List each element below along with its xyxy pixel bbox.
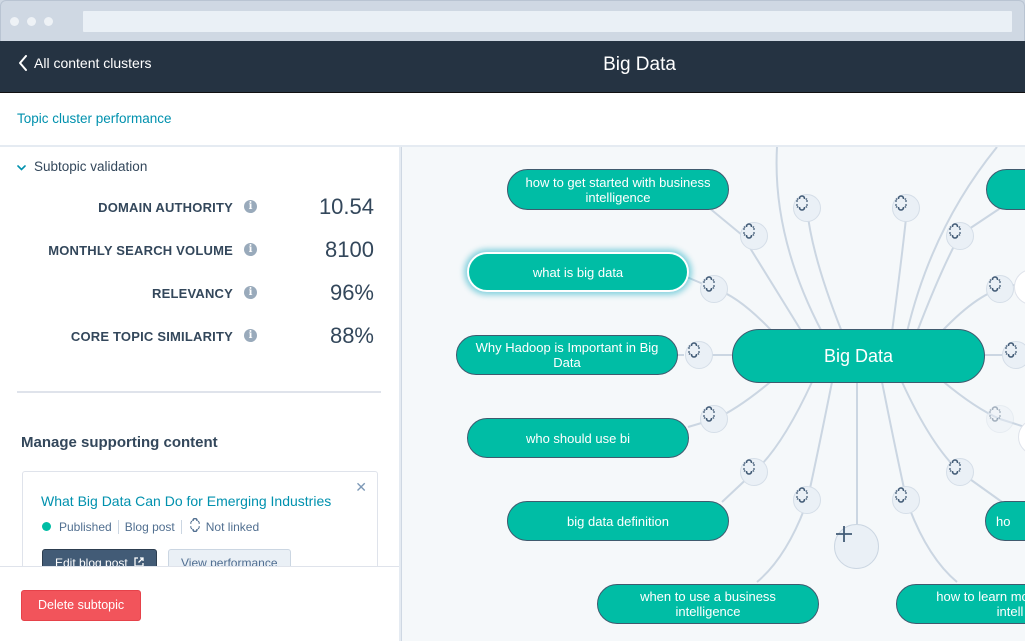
subtopic-node-selected[interactable]: what is big data xyxy=(467,252,689,292)
separator xyxy=(117,519,119,534)
metric-value: 96% xyxy=(329,280,374,305)
subtopic-node[interactable]: when to use a business intelligence xyxy=(597,584,819,624)
app-header: All content clusters Big Data xyxy=(0,41,1025,93)
supporting-content-card: ✕ What Big Data Can Do for Emerging Indu… xyxy=(22,471,378,581)
section-label: Subtopic validation xyxy=(34,159,148,174)
content-type: Blog post xyxy=(124,519,175,534)
metric-core-topic-similarity: CORE TOPIC SIMILARITY i 88% xyxy=(0,321,399,351)
metric-label: CORE TOPIC SIMILARITY xyxy=(70,329,233,344)
browser-chrome xyxy=(0,0,1025,41)
window-dot-icon[interactable] xyxy=(10,17,19,26)
metric-value: 88% xyxy=(329,323,374,348)
window-dot-icon[interactable] xyxy=(44,17,53,26)
link-icon[interactable] xyxy=(986,275,1014,303)
link-icon[interactable] xyxy=(986,405,1014,433)
connection-line xyxy=(756,501,808,583)
subtopic-node[interactable]: big data definition xyxy=(507,501,729,541)
subtopic-validation-toggle[interactable]: Subtopic validation xyxy=(17,159,147,174)
connection-line xyxy=(881,381,908,503)
metric-label: MONTHLY SEARCH VOLUME xyxy=(48,243,233,258)
link-icon[interactable] xyxy=(700,405,728,433)
window-dot-icon[interactable] xyxy=(27,17,36,26)
info-icon[interactable]: i xyxy=(244,243,257,256)
link-icon[interactable] xyxy=(793,486,821,514)
metric-value: 8100 xyxy=(325,237,374,262)
link-icon[interactable] xyxy=(946,458,974,486)
metric-domain-authority: DOMAIN AUTHORITY i 10.54 xyxy=(0,192,399,222)
metric-label: RELEVANCY xyxy=(151,286,233,301)
subtopic-node-offscreen[interactable] xyxy=(986,169,1025,210)
connection-line xyxy=(753,381,813,473)
add-subtopic-button[interactable] xyxy=(834,524,879,569)
separator xyxy=(180,519,182,534)
link-icon[interactable] xyxy=(892,486,920,514)
divider xyxy=(17,391,381,393)
subtopic-node[interactable]: how to get started with business intelli… xyxy=(507,169,729,210)
subtopic-node[interactable]: ho xyxy=(985,501,1025,541)
core-topic-node[interactable]: Big Data xyxy=(732,329,985,383)
link-status: Not linked xyxy=(205,519,260,534)
chevron-down-icon xyxy=(17,159,26,174)
connection-line xyxy=(916,234,961,333)
status-dot-icon xyxy=(42,522,51,531)
link-icon[interactable] xyxy=(946,222,974,250)
content-meta: Published Blog post Not linked xyxy=(42,517,260,535)
subtopic-node[interactable]: Why Hadoop is Important in Big Data xyxy=(456,335,678,375)
panel-footer: Delete subtopic xyxy=(0,566,399,641)
delete-subtopic-button[interactable]: Delete subtopic xyxy=(21,590,142,621)
link-icon[interactable] xyxy=(700,275,728,303)
subtopic-panel: Subtopic validation DOMAIN AUTHORITY i 1… xyxy=(0,147,401,641)
connection-line xyxy=(906,501,958,583)
manage-content-heading: Manage supporting content xyxy=(21,434,218,451)
subheader: Topic cluster performance xyxy=(0,93,1025,147)
page-title: Big Data xyxy=(603,54,676,75)
info-icon[interactable]: i xyxy=(244,286,257,299)
connection-lines xyxy=(672,147,1025,583)
metric-label: DOMAIN AUTHORITY xyxy=(98,200,233,215)
connection-line xyxy=(806,381,833,503)
connection-line xyxy=(775,147,823,333)
address-bar[interactable] xyxy=(83,11,1012,32)
metric-relevancy: RELEVANCY i 96% xyxy=(0,278,399,308)
status-text: Published xyxy=(59,519,112,534)
close-icon[interactable]: ✕ xyxy=(355,479,367,496)
content-title-link[interactable]: What Big Data Can Do for Emerging Indust… xyxy=(41,493,331,509)
broken-link-icon xyxy=(188,517,202,535)
window-controls xyxy=(10,17,53,26)
info-icon[interactable]: i xyxy=(244,200,257,213)
link-icon[interactable] xyxy=(793,194,821,222)
topic-cluster-performance-link[interactable]: Topic cluster performance xyxy=(17,111,172,126)
link-icon[interactable] xyxy=(740,222,768,250)
link-icon[interactable] xyxy=(685,341,713,369)
link-icon[interactable] xyxy=(740,458,768,486)
cluster-map-canvas[interactable]: how to get started with business intelli… xyxy=(402,147,1025,641)
link-icon[interactable] xyxy=(892,194,920,222)
connection-line xyxy=(891,208,908,333)
subtopic-node[interactable]: how to learn mo business intell xyxy=(896,584,1025,624)
metric-value: 10.54 xyxy=(318,194,374,219)
metric-monthly-search-volume: MONTHLY SEARCH VOLUME i 8100 xyxy=(0,235,399,265)
subtopic-node[interactable]: who should use bi xyxy=(467,418,689,458)
info-icon[interactable]: i xyxy=(244,329,257,342)
link-icon[interactable] xyxy=(1002,341,1025,369)
